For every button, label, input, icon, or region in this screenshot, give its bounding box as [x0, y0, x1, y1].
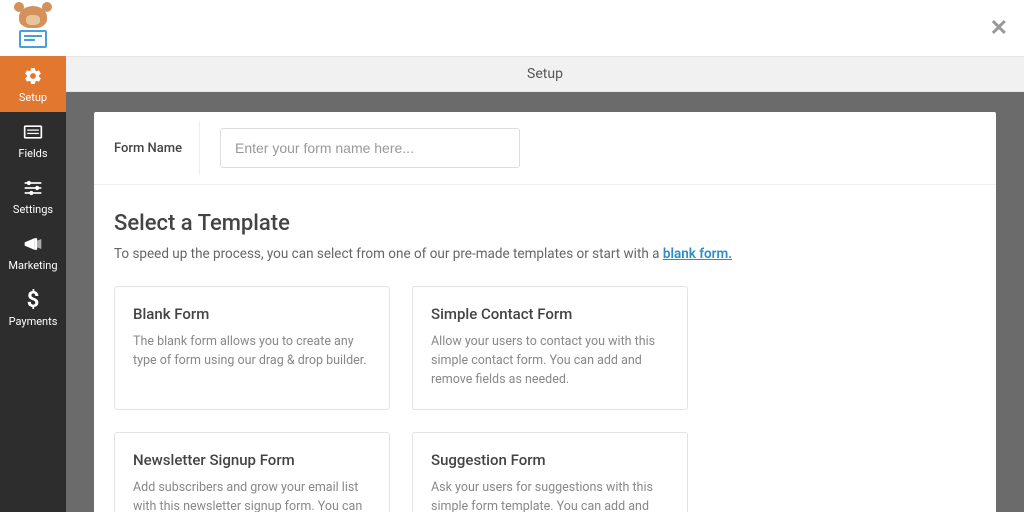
form-name-label: Form Name [94, 121, 200, 175]
close-button[interactable]: ✕ [990, 16, 1008, 41]
template-card-desc: Allow your users to contact you with thi… [431, 333, 669, 389]
wpforms-logo-icon [11, 6, 55, 50]
sidebar-item-fields[interactable]: Fields [0, 112, 66, 168]
form-name-row: Form Name [94, 112, 996, 185]
content-panel: Form Name Select a Template To speed up … [94, 112, 996, 512]
svg-text:$: $ [27, 289, 40, 311]
title-bar: Setup [66, 56, 1024, 92]
template-card-desc: Ask your users for suggestions with this… [431, 479, 669, 512]
template-grid: Blank Form The blank form allows you to … [114, 286, 976, 512]
template-heading: Select a Template [114, 211, 976, 236]
fields-icon [22, 121, 44, 143]
sidebar-item-label: Marketing [8, 259, 57, 272]
sliders-icon [22, 177, 44, 199]
template-section: Select a Template To speed up the proces… [94, 185, 996, 512]
template-card-desc: The blank form allows you to create any … [133, 333, 371, 371]
template-subtext-text: To speed up the process, you can select … [114, 246, 663, 262]
template-card-simple-contact[interactable]: Simple Contact Form Allow your users to … [412, 286, 688, 410]
template-card-title: Simple Contact Form [431, 305, 669, 323]
blank-form-link[interactable]: blank form. [663, 246, 732, 262]
megaphone-icon [22, 233, 44, 255]
template-card-title: Blank Form [133, 305, 371, 323]
page-title: Setup [527, 66, 563, 82]
sidebar: Setup Fields Settings Marketing $ Paymen… [0, 0, 66, 512]
gear-icon [22, 65, 44, 87]
template-card-title: Newsletter Signup Form [133, 451, 371, 469]
template-card-suggestion-form[interactable]: Suggestion Form Ask your users for sugge… [412, 432, 688, 512]
content-wrapper: Form Name Select a Template To speed up … [66, 92, 1024, 512]
sidebar-item-label: Payments [9, 315, 58, 328]
sidebar-item-settings[interactable]: Settings [0, 168, 66, 224]
form-name-input[interactable] [220, 128, 520, 168]
sidebar-item-label: Setup [19, 91, 47, 104]
top-bar: ✕ [66, 0, 1024, 56]
sidebar-item-setup[interactable]: Setup [0, 56, 66, 112]
sidebar-item-label: Fields [18, 147, 47, 160]
sidebar-item-label: Settings [13, 203, 53, 216]
sidebar-item-payments[interactable]: $ Payments [0, 280, 66, 336]
template-card-blank-form[interactable]: Blank Form The blank form allows you to … [114, 286, 390, 410]
close-icon: ✕ [990, 16, 1008, 41]
template-subtext: To speed up the process, you can select … [114, 246, 976, 262]
template-card-newsletter-signup[interactable]: Newsletter Signup Form Add subscribers a… [114, 432, 390, 512]
template-card-title: Suggestion Form [431, 451, 669, 469]
logo[interactable] [0, 0, 66, 56]
dollar-icon: $ [22, 289, 44, 311]
sidebar-item-marketing[interactable]: Marketing [0, 224, 66, 280]
template-card-desc: Add subscribers and grow your email list… [133, 479, 371, 512]
